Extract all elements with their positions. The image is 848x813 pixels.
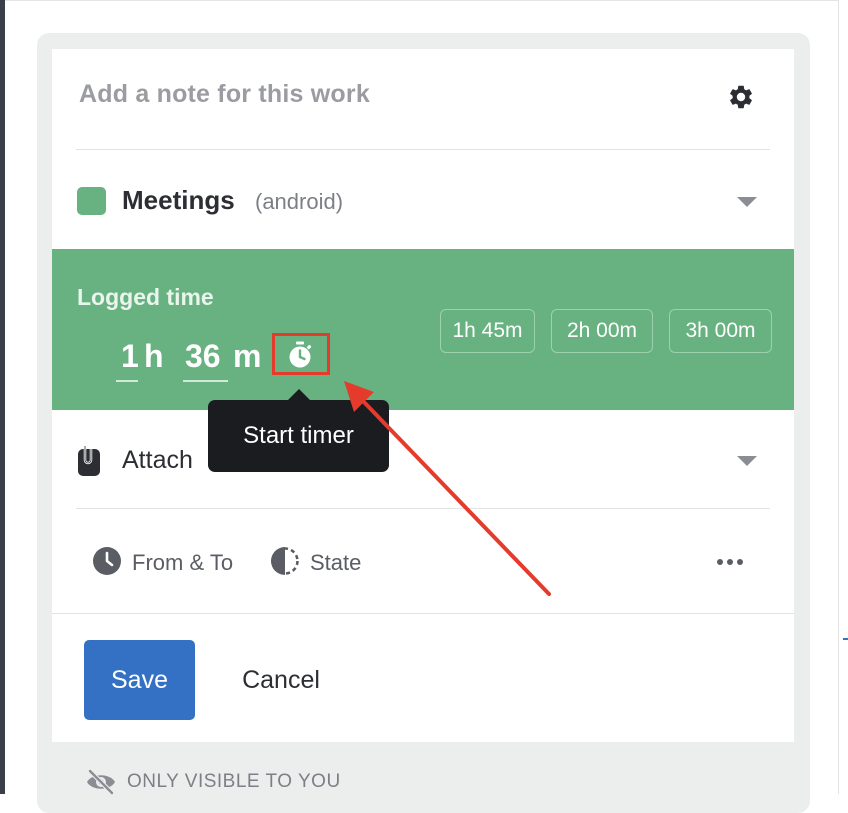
paperclip-icon [78, 446, 100, 476]
preset-button-3h00m[interactable]: 3h 00m [669, 309, 772, 353]
more-options-icon[interactable] [716, 558, 744, 566]
hours-unit: h [144, 338, 164, 374]
minutes-unit: m [233, 338, 262, 374]
clock-icon[interactable] [92, 546, 122, 576]
project-dropdown-chevron-down-icon[interactable] [737, 197, 757, 207]
divider [52, 613, 794, 614]
project-client: (android) [255, 189, 344, 214]
note-input[interactable]: Add a note for this work [79, 80, 370, 109]
save-button[interactable]: Save [84, 640, 195, 720]
preset-button-2h00m[interactable]: 2h 00m [551, 309, 653, 353]
attach-dropdown-chevron-down-icon[interactable] [737, 456, 757, 466]
divider [76, 149, 770, 150]
start-timer-tooltip: Start timer [208, 400, 389, 472]
background-accent [843, 638, 848, 640]
preset-button-1h45m[interactable]: 1h 45m [440, 309, 535, 353]
from-to-button[interactable]: From & To [132, 550, 233, 576]
gear-icon[interactable] [727, 83, 755, 111]
minutes-underline [183, 380, 228, 382]
window-right-border [838, 0, 839, 794]
window-left-edge [0, 0, 5, 794]
divider [76, 508, 770, 509]
minutes-input[interactable]: 36 [185, 338, 221, 375]
hours-underline [116, 380, 138, 382]
cancel-button[interactable]: Cancel [222, 640, 340, 720]
stopwatch-icon[interactable] [285, 340, 315, 370]
attach-label[interactable]: Attach [122, 446, 193, 475]
project-color-swatch [77, 187, 106, 215]
eye-off-icon [87, 769, 115, 795]
logged-time-label: Logged time [77, 284, 214, 310]
visibility-notice: ONLY VISIBLE TO YOU [127, 771, 341, 792]
hours-input[interactable]: 1 [121, 338, 139, 375]
project-name[interactable]: Meetings [122, 185, 235, 216]
state-button[interactable]: State [310, 550, 361, 576]
half-circle-state-icon[interactable] [270, 546, 300, 576]
window-top-border [5, 0, 838, 1]
